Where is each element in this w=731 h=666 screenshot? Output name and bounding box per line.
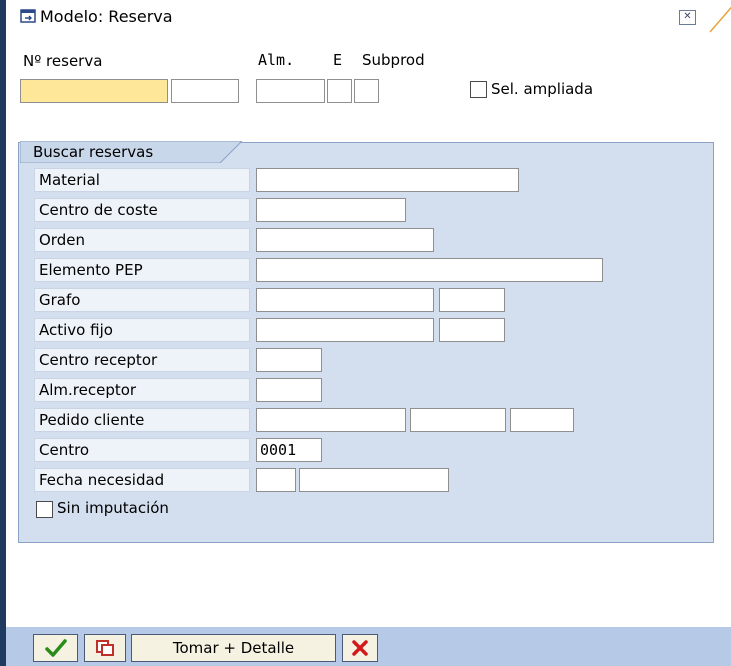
alm-receptor-input[interactable]	[256, 378, 322, 402]
close-icon[interactable]: ✕	[679, 10, 696, 25]
fecha-necesidad-input[interactable]	[299, 468, 449, 492]
grafo-input[interactable]	[256, 288, 434, 312]
pedido-cliente-position-input[interactable]	[410, 408, 506, 432]
subprod-label: Subprod	[362, 51, 425, 69]
window-left-border	[0, 0, 6, 666]
centro-coste-label: Centro de coste	[34, 198, 250, 222]
fecha-necesidad-label: Fecha necesidad	[34, 468, 250, 492]
centro-receptor-label: Centro receptor	[34, 348, 250, 372]
cancel-x-icon	[352, 640, 368, 656]
alm-label: Alm.	[258, 51, 295, 69]
subprod-input[interactable]	[354, 79, 379, 103]
e-label: E	[333, 51, 343, 69]
activo-fijo-label: Activo fijo	[34, 318, 250, 342]
material-label: Material	[34, 168, 250, 192]
cancel-button[interactable]	[342, 634, 378, 662]
sin-imputacion-checkbox[interactable]	[36, 501, 53, 518]
activo-fijo-input[interactable]	[256, 318, 434, 342]
copy-icon	[96, 640, 114, 656]
fecha-necesidad-type-input[interactable]	[256, 468, 296, 492]
reserva-input[interactable]	[20, 79, 168, 103]
sel-ampliada-label: Sel. ampliada	[491, 80, 594, 98]
group-title: Buscar reservas	[33, 143, 154, 161]
reserva-label: Nº reserva	[23, 52, 103, 70]
pedido-cliente-label: Pedido cliente	[34, 408, 250, 432]
elemento-pep-label: Elemento PEP	[34, 258, 250, 282]
alm-input[interactable]	[256, 79, 325, 103]
pedido-cliente-schedule-input[interactable]	[510, 408, 574, 432]
tomar-detalle-label: Tomar + Detalle	[172, 639, 295, 657]
confirm-button[interactable]	[33, 634, 78, 662]
confirm-check-icon	[44, 639, 67, 657]
copy-button[interactable]	[84, 634, 126, 662]
grafo-label: Grafo	[34, 288, 250, 312]
material-input[interactable]	[256, 168, 519, 192]
elemento-pep-input[interactable]	[256, 258, 603, 282]
grafo-operation-input[interactable]	[439, 288, 505, 312]
orden-label: Orden	[34, 228, 250, 252]
title-bar: Modelo: Reserva ✕	[6, 0, 731, 33]
tomar-detalle-button[interactable]: Tomar + Detalle	[131, 634, 336, 662]
centro-label: Centro	[34, 438, 250, 462]
alm-receptor-label: Alm.receptor	[34, 378, 250, 402]
orden-input[interactable]	[256, 228, 434, 252]
activo-fijo-sub-input[interactable]	[439, 318, 505, 342]
reserva-position-input[interactable]	[171, 79, 239, 103]
sel-ampliada-checkbox[interactable]	[470, 81, 487, 98]
window-title: Modelo: Reserva	[40, 7, 173, 26]
window-icon	[20, 9, 36, 23]
e-input[interactable]	[327, 79, 352, 103]
title-bar-decoration	[709, 6, 731, 33]
centro-receptor-input[interactable]	[256, 348, 322, 372]
sin-imputacion-label: Sin imputación	[57, 499, 169, 517]
pedido-cliente-input[interactable]	[256, 408, 406, 432]
centro-coste-input[interactable]	[256, 198, 406, 222]
centro-input[interactable]	[256, 438, 322, 462]
